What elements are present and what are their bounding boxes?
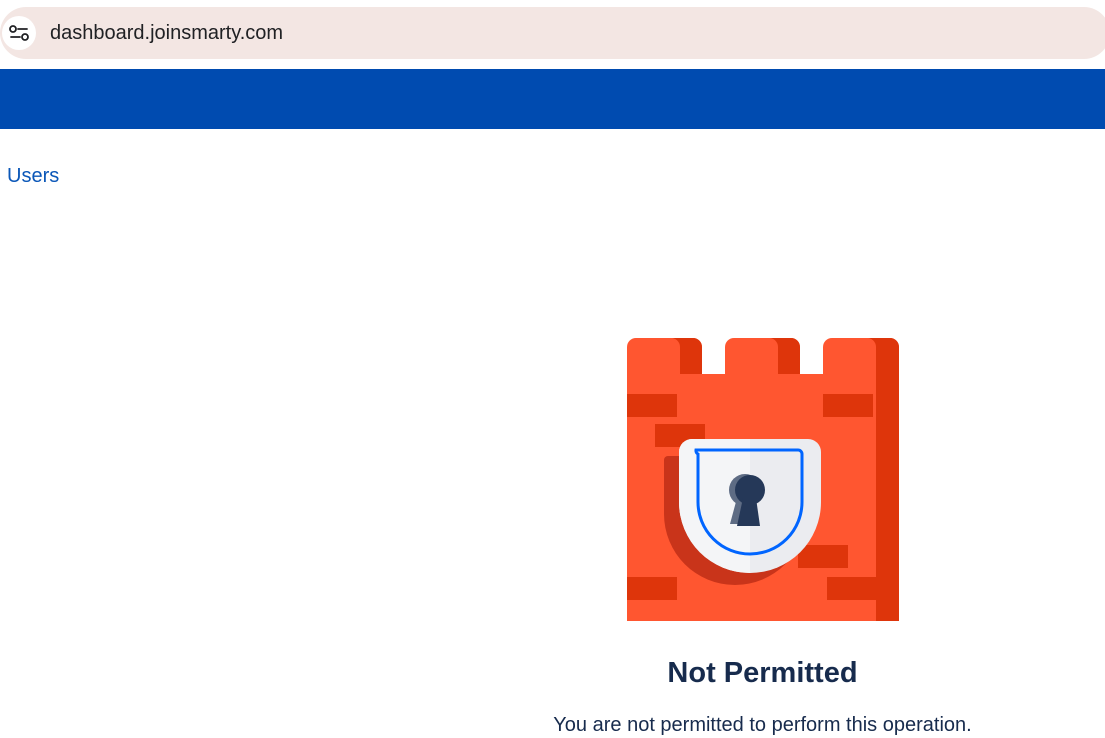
tune-icon: [9, 25, 29, 41]
error-title: Not Permitted: [667, 657, 858, 689]
locked-tower-icon: [627, 338, 899, 621]
app-header-banner: [0, 69, 1105, 129]
browser-toolbar: dashboard.joinsmarty.com: [0, 0, 1105, 68]
address-bar[interactable]: dashboard.joinsmarty.com: [0, 7, 1105, 59]
site-info-button[interactable]: [2, 16, 36, 50]
error-message: You are not permitted to perform this op…: [553, 714, 972, 736]
breadcrumb-users-link[interactable]: Users: [7, 163, 59, 189]
url-text[interactable]: dashboard.joinsmarty.com: [50, 20, 283, 46]
